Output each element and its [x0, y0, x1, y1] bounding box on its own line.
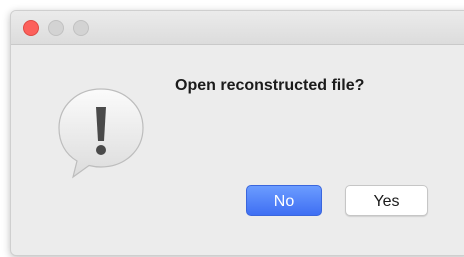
alert-dialog-window: Open reconstructed file? No Yes [10, 10, 464, 256]
title-bar [11, 11, 464, 45]
no-button[interactable]: No [246, 185, 322, 216]
yes-button[interactable]: Yes [345, 185, 428, 216]
minimize-window-button[interactable] [48, 20, 64, 36]
close-window-button[interactable] [23, 20, 39, 36]
zoom-window-button[interactable] [73, 20, 89, 36]
dialog-message: Open reconstructed file? [175, 77, 365, 94]
exclamation-alert-icon [58, 88, 144, 179]
